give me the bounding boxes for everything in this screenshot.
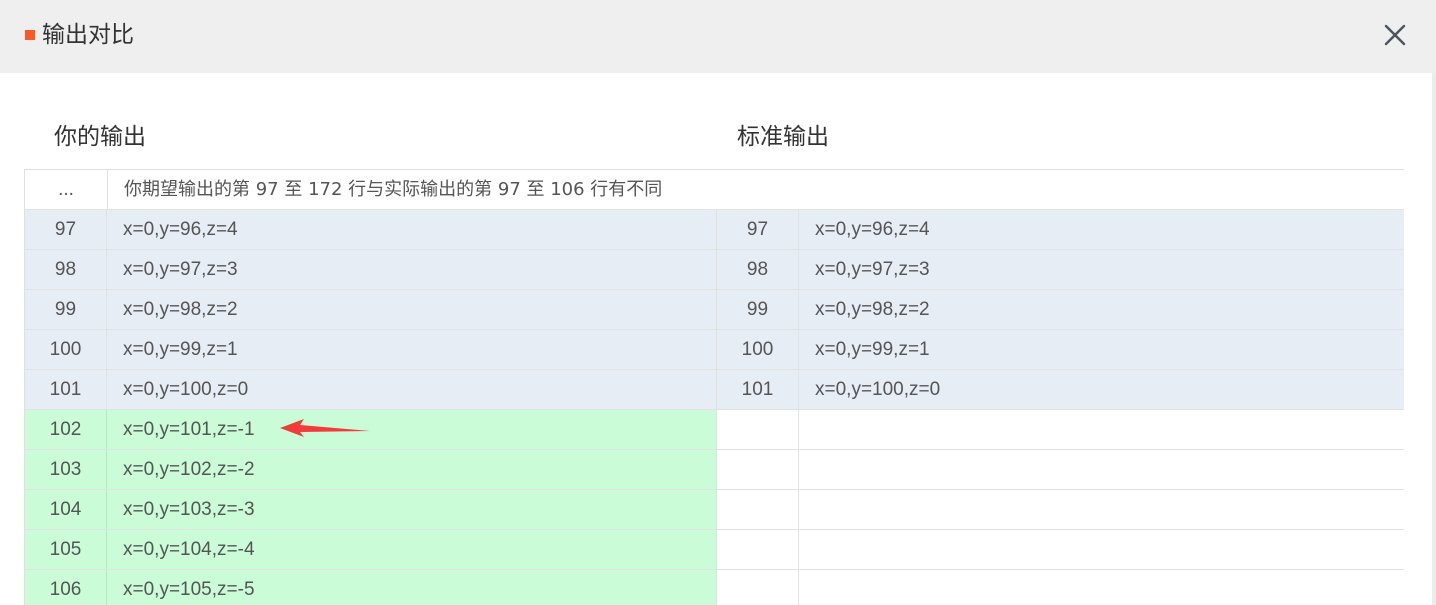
expected-line-text: x=0,y=100,z=0 — [815, 379, 941, 400]
your-line-text: x=0,y=104,z=-4 — [123, 539, 255, 560]
diff-row: 106 x=0,y=105,z=-5 — [24, 570, 1404, 605]
expected-output-cell — [716, 530, 1404, 569]
diff-row: 105 x=0,y=104,z=-4 — [24, 530, 1404, 570]
diff-summary-row: ... 你期望输出的第 97 至 172 行与实际输出的第 97 至 106 行… — [24, 170, 1404, 210]
your-line-text: x=0,y=102,z=-2 — [123, 459, 255, 480]
your-output-cell: 103 x=0,y=102,z=-2 — [24, 450, 716, 489]
diff-row: 98 x=0,y=97,z=3 98 x=0,y=97,z=3 — [24, 250, 1404, 290]
expected-output-cell — [716, 450, 1404, 489]
expected-line-number — [717, 490, 799, 529]
diff-row: 101 x=0,y=100,z=0 101 x=0,y=100,z=0 — [24, 370, 1404, 410]
diff-row: 97 x=0,y=96,z=4 97 x=0,y=96,z=4 — [24, 210, 1404, 250]
your-line-text: x=0,y=100,z=0 — [123, 379, 249, 400]
your-line-number: 104 — [25, 490, 107, 529]
your-output-cell: 101 x=0,y=100,z=0 — [24, 370, 716, 409]
expected-line-number — [717, 410, 799, 449]
your-line-number: 98 — [25, 250, 107, 289]
expected-line-text: x=0,y=98,z=2 — [815, 299, 930, 320]
your-line-number: 97 — [25, 210, 107, 249]
your-line-text: x=0,y=99,z=1 — [123, 339, 238, 360]
your-output-heading: 你的输出 — [54, 124, 146, 150]
expected-line-number: 101 — [717, 370, 799, 409]
scrollbar-track[interactable] — [1432, 73, 1436, 605]
expected-output-cell: 99 x=0,y=98,z=2 — [716, 290, 1404, 329]
your-output-cell: 104 x=0,y=103,z=-3 — [24, 490, 716, 529]
expected-output-cell: 98 x=0,y=97,z=3 — [716, 250, 1404, 289]
your-line-text: x=0,y=101,z=-1 — [123, 419, 255, 440]
your-output-cell: 100 x=0,y=99,z=1 — [24, 330, 716, 369]
expected-line-number — [717, 570, 799, 605]
your-line-text: x=0,y=96,z=4 — [123, 219, 238, 240]
expected-line-number: 97 — [717, 210, 799, 249]
expected-line-number: 98 — [717, 250, 799, 289]
your-line-text: x=0,y=103,z=-3 — [123, 499, 255, 520]
diff-table: ... 你期望输出的第 97 至 172 行与实际输出的第 97 至 106 行… — [24, 169, 1404, 605]
summary-message: 你期望输出的第 97 至 172 行与实际输出的第 97 至 106 行有不同 — [124, 179, 663, 200]
your-line-text: x=0,y=98,z=2 — [123, 299, 238, 320]
dialog-title: 输出对比 — [42, 22, 134, 48]
expected-output-cell: 101 x=0,y=100,z=0 — [716, 370, 1404, 409]
diff-row: 99 x=0,y=98,z=2 99 x=0,y=98,z=2 — [24, 290, 1404, 330]
summary-marker: ... — [25, 170, 108, 209]
expected-line-number: 99 — [717, 290, 799, 329]
close-icon — [1384, 24, 1406, 46]
your-line-text: x=0,y=97,z=3 — [123, 259, 238, 280]
expected-output-heading: 标准输出 — [737, 124, 829, 150]
expected-line-number: 100 — [717, 330, 799, 369]
your-line-number: 105 — [25, 530, 107, 569]
your-output-cell: 97 x=0,y=96,z=4 — [24, 210, 716, 249]
your-output-cell: 105 x=0,y=104,z=-4 — [24, 530, 716, 569]
your-line-number: 101 — [25, 370, 107, 409]
expected-line-number — [717, 450, 799, 489]
your-output-cell: 98 x=0,y=97,z=3 — [24, 250, 716, 289]
expected-output-cell: 100 x=0,y=99,z=1 — [716, 330, 1404, 369]
diff-row: 104 x=0,y=103,z=-3 — [24, 490, 1404, 530]
expected-line-text: x=0,y=96,z=4 — [815, 219, 930, 240]
your-line-number: 106 — [25, 570, 107, 605]
expected-line-text: x=0,y=97,z=3 — [815, 259, 930, 280]
expected-line-text: x=0,y=99,z=1 — [815, 339, 930, 360]
expected-output-cell — [716, 410, 1404, 449]
your-line-number: 102 — [25, 410, 107, 449]
diff-row: 100 x=0,y=99,z=1 100 x=0,y=99,z=1 — [24, 330, 1404, 370]
your-output-cell: 99 x=0,y=98,z=2 — [24, 290, 716, 329]
title-marker-icon — [25, 30, 35, 40]
output-compare-dialog: 输出对比 你的输出 标准输出 ... 你期望输出的第 97 至 172 行与实际… — [0, 0, 1436, 605]
diff-row: 102 x=0,y=101,z=-1 — [24, 410, 1404, 450]
close-button[interactable] — [1381, 21, 1409, 49]
diff-row: 103 x=0,y=102,z=-2 — [24, 450, 1404, 490]
your-output-cell: 106 x=0,y=105,z=-5 — [24, 570, 716, 605]
your-line-number: 103 — [25, 450, 107, 489]
your-line-number: 99 — [25, 290, 107, 329]
red-arrow-icon — [280, 419, 370, 437]
your-line-text: x=0,y=105,z=-5 — [123, 579, 255, 600]
expected-output-cell — [716, 570, 1404, 605]
dialog-header: 输出对比 — [0, 0, 1436, 73]
expected-line-number — [717, 530, 799, 569]
your-line-number: 100 — [25, 330, 107, 369]
expected-output-cell: 97 x=0,y=96,z=4 — [716, 210, 1404, 249]
expected-output-cell — [716, 490, 1404, 529]
